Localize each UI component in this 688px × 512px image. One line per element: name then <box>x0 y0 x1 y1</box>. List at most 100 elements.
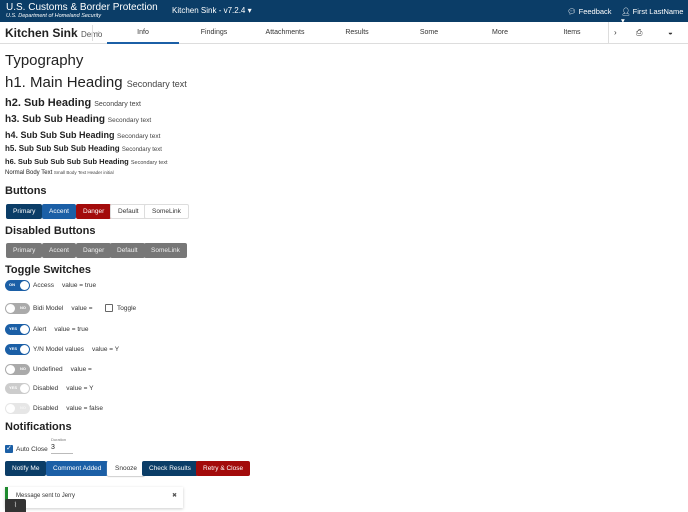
secondary-text: Secondary text <box>107 117 152 124</box>
value-text: value = <box>70 366 92 373</box>
toggle-checkbox[interactable] <box>105 304 113 312</box>
disabled-toggle-off: NO <box>5 403 30 414</box>
default-button[interactable]: Default <box>110 204 147 219</box>
chevron-right-icon[interactable]: › <box>614 28 617 37</box>
auto-close-checkbox[interactable]: ✓ <box>5 445 13 453</box>
secondary-text: Secondary text <box>126 79 187 89</box>
print-icon[interactable]: ⎙ <box>636 28 642 38</box>
h5-text: h5. Sub Sub Sub Sub Heading <box>5 144 120 153</box>
h6-text: h6. Sub Sub Sub Sub Sub Heading <box>5 157 129 166</box>
eye-slash-icon[interactable]: ⌇ <box>5 499 26 512</box>
body-sample: Normal Body Text Small Body Text Header … <box>5 170 114 176</box>
h4-text: h4. Sub Sub Sub Heading <box>5 130 115 140</box>
label-text: Bidi Model <box>33 305 64 312</box>
dept-name: U.S. Department of Homeland Security <box>6 13 102 19</box>
toggle-checkbox-label: Toggle <box>117 305 137 312</box>
tab-more[interactable]: More <box>464 22 536 44</box>
tab-findings[interactable]: Findings <box>178 22 250 44</box>
label-text: Disabled <box>33 405 59 412</box>
app-switcher[interactable]: Kitchen Sink - v7.2.4 ▾ <box>172 6 252 15</box>
undefined-toggle[interactable]: NO <box>5 364 30 375</box>
danger-button-disabled: Danger <box>76 243 112 258</box>
close-icon[interactable]: ✖ <box>172 492 177 499</box>
default-button-disabled: Default <box>110 243 145 258</box>
title-text: Kitchen Sink <box>5 26 78 40</box>
feedback-link[interactable]: 💬︎ Feedback <box>567 7 612 16</box>
primary-button-disabled: Primary <box>6 243 43 258</box>
tab-info[interactable]: Info <box>107 22 179 44</box>
toggle-state: YES <box>9 385 18 390</box>
value-text: value = true <box>54 326 89 333</box>
divider <box>608 22 609 44</box>
somelink-button[interactable]: SomeLink <box>144 204 189 219</box>
page-title: Kitchen Sink Demo <box>5 26 102 40</box>
tab-items[interactable]: Items <box>536 22 608 44</box>
chevron-left-icon[interactable]: ‹ <box>97 28 100 37</box>
toast: Message sent to Jerry ✖ <box>5 487 183 508</box>
h1-sample: h1. Main Heading Secondary text <box>5 74 187 91</box>
yn-model-toggle[interactable]: YES <box>5 344 30 355</box>
retry-close-button[interactable]: Retry & Close <box>196 461 251 476</box>
nav-bar: Kitchen Sink Demo ‹ Info Findings Attach… <box>0 22 688 44</box>
label-text: Undefined <box>33 366 63 373</box>
secondary-text: Secondary text <box>94 101 141 108</box>
duration-input[interactable]: 3 <box>51 444 73 454</box>
bidi-model-toggle[interactable]: NO <box>5 303 30 314</box>
danger-button[interactable]: Danger <box>76 204 112 219</box>
access-toggle[interactable]: ON <box>5 280 30 291</box>
secondary-text: Secondary text <box>121 147 162 153</box>
check-results-button[interactable]: Check Results <box>142 461 198 476</box>
feedback-label: Feedback <box>578 7 612 16</box>
toggle-state: NO <box>20 366 26 371</box>
alert-toggle[interactable]: YES <box>5 324 30 335</box>
h6-sample: h6. Sub Sub Sub Sub Sub Heading Secondar… <box>5 157 168 166</box>
toggle-state: ON <box>9 282 15 287</box>
body-text: Normal Body Text <box>5 170 53 176</box>
h2-sample: h2. Sub Heading Secondary text <box>5 97 141 109</box>
brand[interactable]: U.S. Customs & Border Protection U.S. Dep… <box>6 2 158 20</box>
accent-button-disabled: Accent <box>42 243 76 258</box>
label-text: Access <box>33 282 54 289</box>
toggle-state: YES <box>9 346 18 351</box>
wifi-icon[interactable]: ◒ <box>668 28 673 37</box>
toggle-label: Access value = true <box>33 282 96 289</box>
auto-close-label: Auto Close <box>16 446 48 453</box>
label-text: Alert <box>33 326 47 333</box>
tab-attachments[interactable]: Attachments <box>249 22 321 44</box>
buttons-heading: Buttons <box>5 185 47 197</box>
h1-text: h1. Main Heading <box>5 74 123 91</box>
tab-some[interactable]: Some <box>393 22 465 44</box>
snooze-button[interactable]: Snooze <box>107 461 146 476</box>
accent-button[interactable]: Accent <box>42 204 76 219</box>
secondary-text: Secondary text <box>117 133 161 140</box>
user-icon: 👤︎ <box>621 7 633 16</box>
value-text: value = Y <box>66 385 94 392</box>
primary-button[interactable]: Primary <box>6 204 43 219</box>
toggle-label: Disabled value = false <box>33 405 103 412</box>
small-text: Small Body Text Header initial <box>53 170 114 175</box>
toggle-label: Undefined value = <box>33 366 92 373</box>
disabled-toggle-on: YES <box>5 383 30 394</box>
h2-text: h2. Sub Heading <box>5 97 92 109</box>
typography-heading: Typography <box>5 52 84 69</box>
h5-sample: h5. Sub Sub Sub Sub Heading Secondary te… <box>5 144 162 153</box>
toggles-heading: Toggle Switches <box>5 264 91 276</box>
disabled-buttons-heading: Disabled Buttons <box>5 225 96 237</box>
label-text: Disabled <box>33 385 59 392</box>
tab-results[interactable]: Results <box>321 22 393 44</box>
notifications-heading: Notifications <box>5 421 72 433</box>
toggle-state: NO <box>20 305 26 310</box>
value-text: value = Y <box>91 346 120 353</box>
toggle-label: Disabled value = Y <box>33 385 93 392</box>
org-name: U.S. Customs & Border Protection <box>6 2 158 13</box>
divider <box>92 25 93 41</box>
chat-icon: 💬︎ <box>567 7 579 16</box>
toggle-label: Bidi Model value = <box>33 305 93 312</box>
value-text: value = true <box>61 282 97 289</box>
somelink-button-disabled: SomeLink <box>144 243 187 258</box>
notify-me-button[interactable]: Notify Me <box>5 461 47 476</box>
secondary-text: Secondary text <box>130 160 168 166</box>
h3-text: h3. Sub Sub Heading <box>5 114 106 125</box>
comment-added-button[interactable]: Comment Added <box>46 461 109 476</box>
duration-label: Duration <box>51 437 67 442</box>
